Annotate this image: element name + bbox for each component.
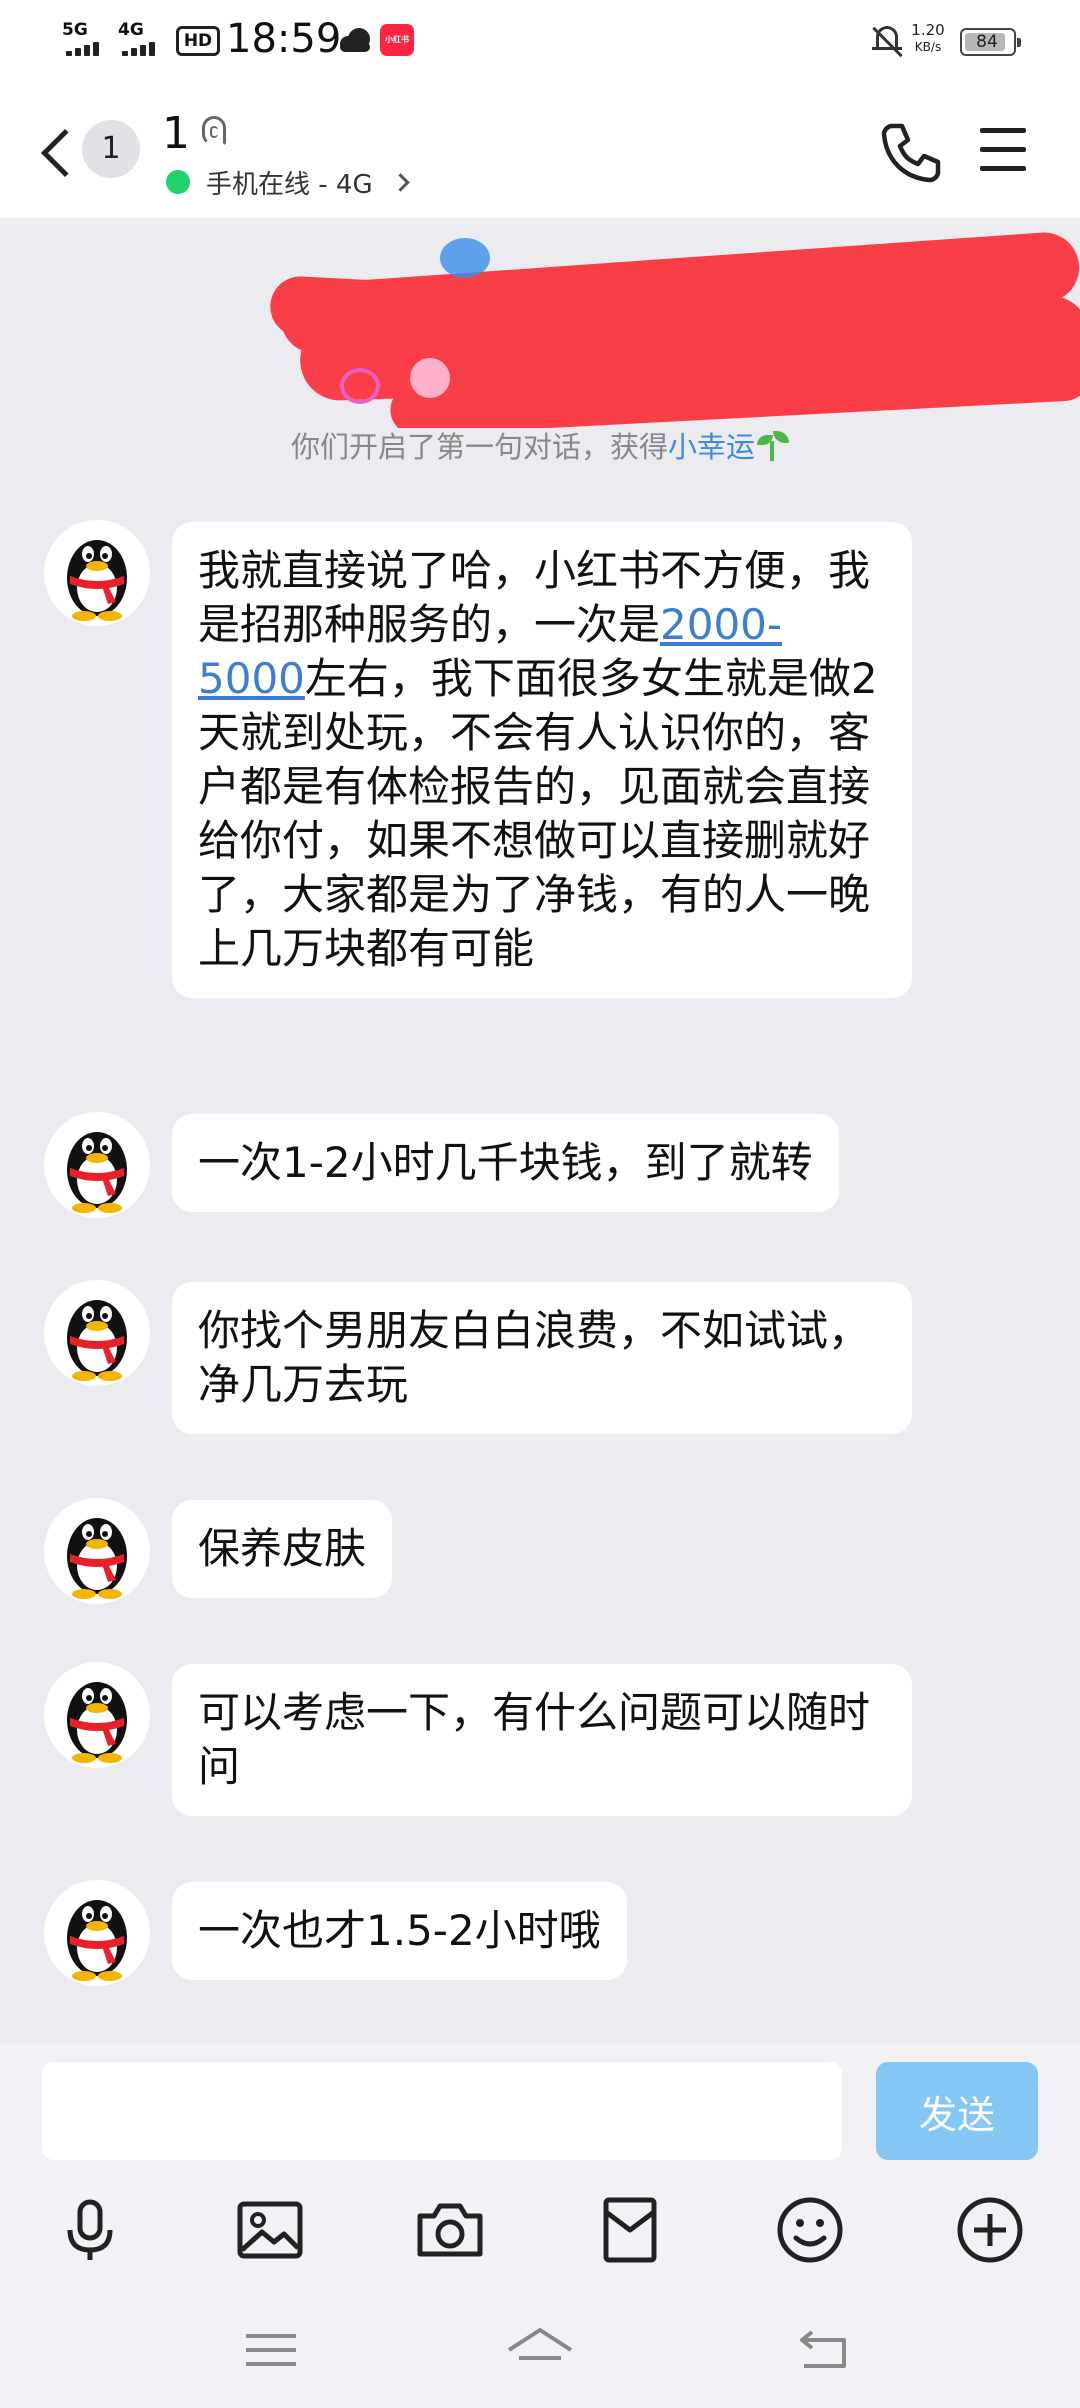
nav-menu-icon[interactable] (236, 2320, 306, 2380)
unread-badge[interactable]: 1 (82, 120, 140, 178)
nav-home-icon[interactable] (505, 2320, 575, 2380)
avatar[interactable] (44, 1280, 150, 1386)
emoji-icon[interactable] (770, 2190, 850, 2270)
online-status[interactable]: 手机在线 - 4G (206, 164, 373, 201)
penguin-avatar-icon (67, 1682, 127, 1763)
sprout-icon (755, 431, 790, 461)
avatar[interactable] (44, 1498, 150, 1604)
network-speed: 1.20 KB/s (911, 21, 945, 55)
penguin-avatar-icon (67, 1132, 127, 1213)
chevron-right-icon[interactable] (391, 173, 410, 192)
message-bubble[interactable]: 一次1-2小时几千块钱，到了就转 (172, 1114, 839, 1212)
lucky-link[interactable]: 小幸运 (668, 430, 755, 464)
camera-icon[interactable] (410, 2190, 490, 2270)
status-bar: 5G 4G HD 18:59 小红书 1.20 KB/s 84 (0, 0, 1080, 80)
status-time: 18:59 (226, 16, 342, 62)
chat-header: 1 1 手机在线 - 4G (0, 80, 1080, 218)
send-button[interactable]: 发送 (876, 2062, 1038, 2160)
phone-icon[interactable] (878, 120, 942, 184)
microphone-icon[interactable] (50, 2190, 130, 2270)
message-bubble[interactable]: 可以考虑一下，有什么问题可以随时问 (172, 1664, 912, 1816)
message-bubble[interactable]: 保养皮肤 (172, 1500, 393, 1598)
message-bubble[interactable]: 你找个男朋友白白浪费，不如试试，净几万去玩 (172, 1282, 912, 1434)
message-bubble[interactable]: 一次也才1.5-2小时哦 (172, 1882, 627, 1980)
system-nav-bar (0, 2300, 1080, 2408)
cloud-icon (338, 26, 372, 52)
mute-bell-icon (870, 22, 904, 58)
hd-voice-icon: HD (176, 26, 220, 56)
xiaohongshu-app-icon: 小红书 (380, 24, 414, 56)
avatar[interactable] (44, 1112, 150, 1218)
system-notice: 你们开启了第一句对话，获得小幸运 (0, 424, 1080, 466)
message-input[interactable] (42, 2062, 842, 2160)
penguin-avatar-icon (67, 1300, 127, 1381)
avatar[interactable] (44, 520, 150, 626)
back-button[interactable] (32, 122, 90, 192)
avatar[interactable] (44, 1880, 150, 1986)
redacted-banner (270, 218, 1080, 428)
contact-name[interactable]: 1 (162, 108, 190, 159)
message-bubble[interactable]: 我就直接说了哈，小红书不方便，我是招那种服务的，一次是2000-5000左右，我… (172, 522, 912, 998)
battery-icon: 84 (960, 28, 1021, 56)
red-packet-icon[interactable] (590, 2190, 670, 2270)
online-status-dot (166, 170, 190, 194)
nav-back-icon[interactable] (790, 2320, 860, 2380)
penguin-avatar-icon (67, 540, 127, 621)
image-icon[interactable] (230, 2190, 310, 2270)
penguin-avatar-icon (67, 1518, 127, 1599)
plus-icon[interactable] (950, 2190, 1030, 2270)
avatar[interactable] (44, 1662, 150, 1768)
menu-icon[interactable] (980, 128, 1028, 172)
battery-level: 84 (976, 32, 998, 52)
ear-icon[interactable] (200, 114, 230, 154)
penguin-avatar-icon (67, 1900, 127, 1981)
